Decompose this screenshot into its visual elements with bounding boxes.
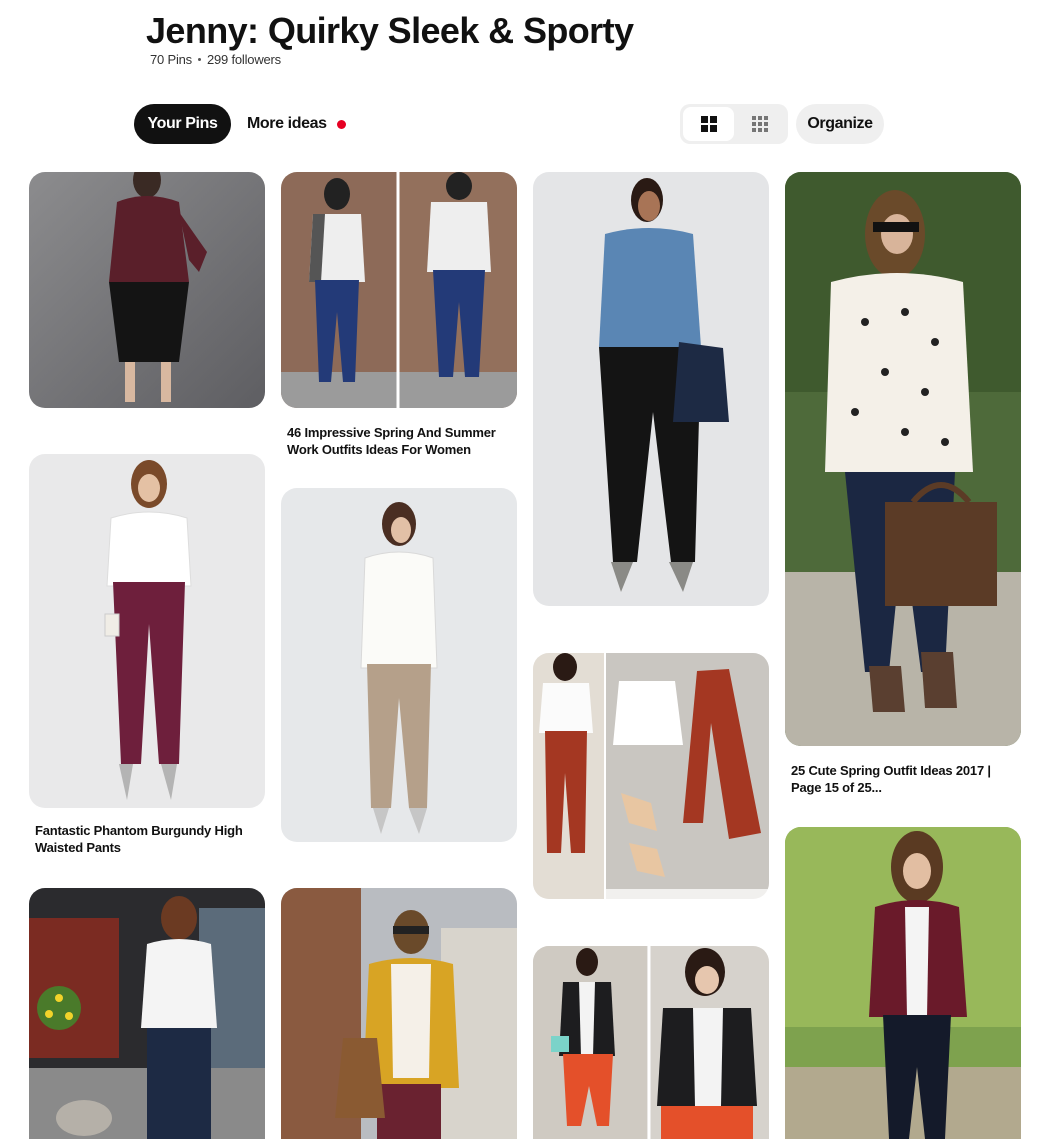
pin-caption[interactable]: 46 Impressive Spring And Summer Work Out… [287, 424, 511, 458]
pin-image[interactable] [29, 888, 265, 1139]
pin-card[interactable] [29, 888, 265, 1139]
view-toggle [680, 104, 788, 144]
separator-dot [197, 58, 201, 61]
pin-image[interactable] [533, 653, 769, 899]
pin-card[interactable]: 46 Impressive Spring And Summer Work Out… [281, 172, 517, 462]
organize-button[interactable]: Organize [796, 104, 884, 144]
board-stats: 70 Pins 299 followers [150, 52, 281, 67]
board-title: Jenny: Quirky Sleek & Sporty [146, 10, 634, 51]
tab-your-pins[interactable]: Your Pins [134, 104, 231, 144]
grid-large-icon [700, 116, 717, 132]
pin-image[interactable] [533, 946, 769, 1139]
pin-caption[interactable]: 25 Cute Spring Outfit Ideas 2017 | Page … [791, 762, 1015, 796]
pin-card[interactable] [533, 653, 769, 899]
pin-caption[interactable]: Fantastic Phantom Burgundy High Waisted … [35, 822, 259, 856]
pin-card[interactable] [281, 488, 517, 842]
pin-card[interactable] [785, 827, 1021, 1139]
view-compact-button[interactable] [734, 107, 785, 141]
pin-image[interactable] [785, 172, 1021, 746]
pin-card[interactable] [281, 888, 517, 1139]
pin-image[interactable] [785, 827, 1021, 1139]
pin-card[interactable]: 25 Cute Spring Outfit Ideas 2017 | Page … [785, 172, 1021, 802]
notification-dot-icon [336, 119, 346, 129]
pin-card[interactable] [533, 172, 769, 606]
pin-image[interactable] [281, 172, 517, 408]
pin-image[interactable] [29, 172, 265, 408]
followers-count[interactable]: 299 followers [207, 52, 281, 67]
pin-card[interactable] [533, 946, 769, 1139]
pins-count: 70 Pins [150, 52, 192, 67]
pin-image[interactable] [533, 172, 769, 606]
pin-image[interactable] [29, 454, 265, 808]
tab-more-ideas[interactable]: More ideas [236, 104, 354, 144]
pin-card[interactable]: Fantastic Phantom Burgundy High Waisted … [29, 454, 265, 864]
view-default-button[interactable] [683, 107, 734, 141]
grid-compact-icon [751, 116, 768, 132]
pin-card[interactable] [29, 172, 265, 408]
pin-image[interactable] [281, 488, 517, 842]
pin-image[interactable] [281, 888, 517, 1139]
tab-more-ideas-label: More ideas [247, 115, 327, 132]
